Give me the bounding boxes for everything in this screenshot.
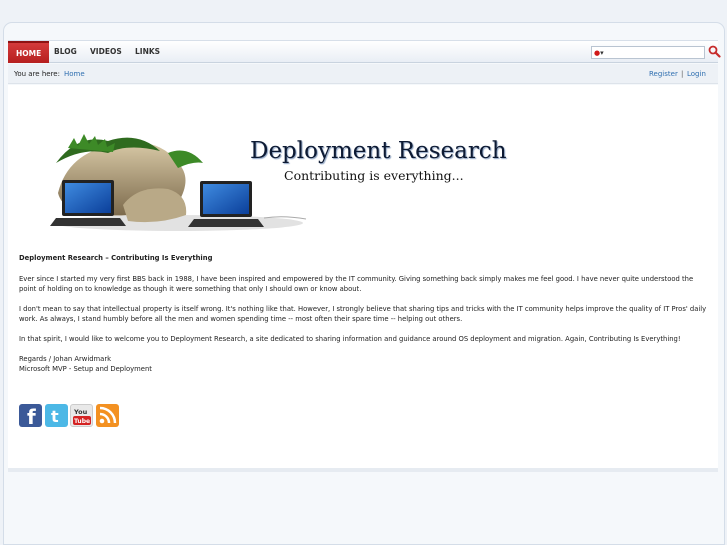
nav-home[interactable]: HOME	[8, 41, 50, 63]
signature-title: Microsoft MVP - Setup and Deployment	[19, 365, 152, 373]
auth-separator: |	[681, 70, 684, 78]
search-icon[interactable]	[708, 45, 721, 58]
login-link[interactable]: Login	[687, 70, 706, 78]
footer-divider	[8, 468, 718, 472]
language-flag-icon[interactable]: ●▾	[594, 49, 610, 57]
main-nav: HOME BLOG VIDEOS LINKS ●▾	[8, 40, 721, 63]
search-input[interactable]	[612, 47, 704, 58]
svg-text:Tube: Tube	[74, 418, 90, 425]
nav-links[interactable]: LINKS	[135, 41, 160, 63]
breadcrumb-home-link[interactable]: Home	[64, 70, 85, 78]
article-paragraph-1: Ever since I started my very first BBS b…	[19, 275, 694, 293]
banner-title: Deployment Research	[250, 138, 507, 164]
nav-blog[interactable]: BLOG	[54, 41, 77, 63]
article-heading: Deployment Research – Contributing Is Ev…	[19, 254, 213, 262]
signature-name: Regards / Johan Arwidmark	[19, 355, 112, 363]
facebook-icon[interactable]: f	[19, 404, 42, 429]
breadcrumb-label: You are here:	[14, 70, 60, 78]
breadcrumb: You are here: Home Register | Login	[8, 64, 718, 84]
article-paragraph-2: I don't mean to say that intellectual pr…	[19, 305, 707, 323]
register-link[interactable]: Register	[649, 70, 678, 78]
nav-videos[interactable]: VIDEOS	[90, 41, 122, 63]
banner-subtitle: Contributing is everything...	[284, 168, 464, 183]
rss-icon[interactable]	[96, 404, 119, 427]
article-paragraph-3: In that spirit, I would like to welcome …	[19, 335, 681, 343]
svg-text:f: f	[27, 405, 36, 427]
search-box: ●▾	[591, 46, 705, 59]
svg-text:t: t	[51, 407, 59, 426]
main-content: Deployment Research Contributing is ever…	[8, 85, 718, 468]
site-banner: Deployment Research Contributing is ever…	[28, 123, 507, 243]
svg-text:You: You	[73, 408, 88, 416]
youtube-icon[interactable]: You Tube	[70, 404, 93, 427]
twitter-icon[interactable]: t	[45, 404, 68, 427]
